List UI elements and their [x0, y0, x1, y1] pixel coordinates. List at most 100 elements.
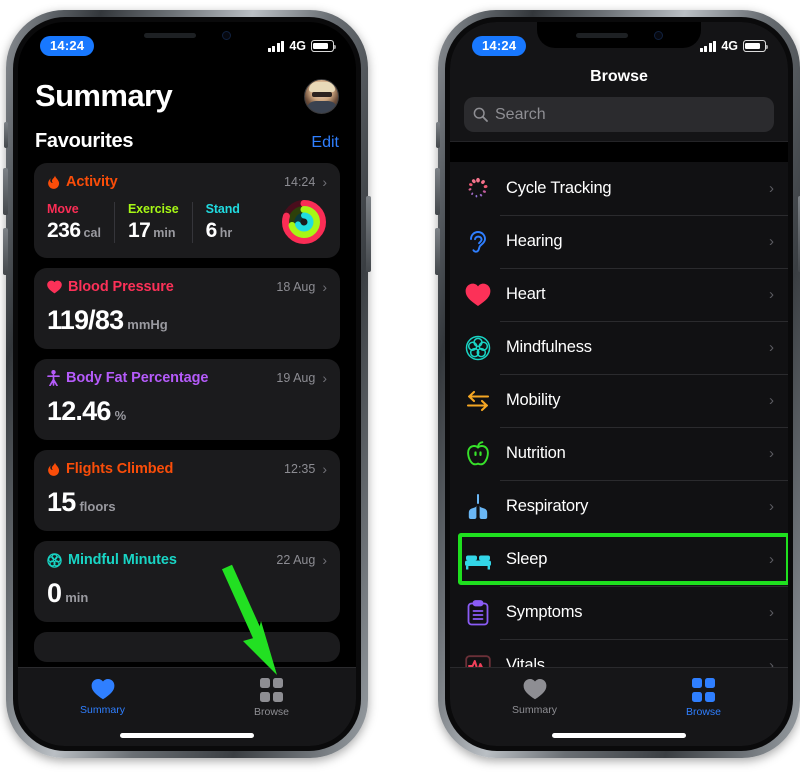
cellular-signal-icon [699, 40, 717, 52]
summary-scroll-area[interactable]: Summary Favourites Edit Activity 14:24 ›… [18, 22, 356, 746]
list-item-mindfulness[interactable]: Mindfulness › [450, 321, 788, 374]
card-title: Blood Pressure [68, 279, 174, 295]
metric-unit: mmHg [127, 317, 168, 332]
mindfulness-icon [464, 334, 492, 362]
page-title: Browse [590, 68, 648, 85]
chevron-right-icon: › [322, 174, 327, 190]
card-title: Body Fat Percentage [66, 370, 209, 386]
tab-summary-label: Summary [512, 704, 557, 716]
activity-stand-value: 6 [205, 218, 218, 242]
home-indicator[interactable] [120, 733, 254, 738]
ear-icon [464, 228, 492, 256]
silent-switch[interactable] [4, 122, 8, 148]
metric-value: 0 [47, 578, 62, 608]
card-flights-climbed[interactable]: Flights Climbed 12:35 › 15 floors [34, 450, 340, 531]
card-mindful-minutes[interactable]: Mindful Minutes 22 Aug › 0 min [34, 541, 340, 622]
volume-down-button[interactable] [435, 228, 440, 275]
card-timestamp: 18 Aug [276, 280, 316, 294]
power-button[interactable] [366, 196, 371, 272]
activity-body: Move 236 cal Exercise 17 min Stand 6 hr [47, 199, 327, 245]
battery-icon [743, 40, 769, 52]
metric-value: 15 [47, 487, 76, 517]
activity-move: Move 236 cal [47, 202, 114, 243]
card-header: Blood Pressure 18 Aug › [47, 279, 327, 295]
chevron-right-icon: › [322, 279, 327, 295]
list-item-vitals[interactable]: Vitals › [450, 639, 788, 667]
browse-list[interactable]: Cycle Tracking › Hearing › Heart › Mindf… [450, 162, 788, 667]
metric-unit: min [65, 590, 89, 605]
mindfulness-icon [47, 552, 62, 568]
chevron-right-icon: › [322, 461, 327, 477]
activity-move-unit: cal [83, 225, 101, 240]
flame-icon [48, 461, 60, 476]
card-timestamp: 14:24 [284, 175, 316, 189]
list-item-sleep[interactable]: Sleep › [450, 533, 788, 586]
volume-up-button[interactable] [3, 168, 8, 215]
network-label: 4G [721, 39, 738, 53]
left-phone-device: 14:24 4G Summary Favourites Edit Activit… [3, 10, 371, 758]
card-title: Mindful Minutes [68, 552, 177, 568]
metric-unit: floors [79, 499, 116, 514]
card-header: Mindful Minutes 22 Aug › [47, 552, 327, 568]
search-input[interactable]: Search [464, 97, 774, 132]
card-next-partial[interactable] [34, 632, 340, 662]
metric-value: 119/83 [47, 305, 124, 335]
right-phone-device: 14:24 4G Browse Search Cycle Tracking › … [435, 10, 800, 758]
home-indicator[interactable] [552, 733, 686, 738]
right-phone-bezel: 14:24 4G Browse Search Cycle Tracking › … [445, 17, 793, 751]
activity-move-value: 236 [47, 218, 81, 242]
list-item-heart[interactable]: Heart › [450, 268, 788, 321]
heart-icon [47, 280, 62, 294]
list-item-label: Cycle Tracking [506, 179, 612, 197]
card-body-fat-percentage[interactable]: Body Fat Percentage 19 Aug › 12.46 % [34, 359, 340, 440]
profile-avatar[interactable] [304, 78, 339, 114]
list-item-nutrition[interactable]: Nutrition › [450, 427, 788, 480]
metric-value: 12.46 [47, 396, 111, 426]
volume-down-button[interactable] [3, 228, 8, 275]
status-bar: 14:24 4G [450, 22, 788, 66]
list-item-symptoms[interactable]: Symptoms › [450, 586, 788, 639]
chevron-right-icon: › [769, 286, 774, 303]
flame-icon [48, 174, 60, 189]
bed-icon [464, 546, 492, 574]
card-title: Flights Climbed [66, 461, 174, 477]
volume-up-button[interactable] [435, 168, 440, 215]
card-metric: 12.46 % [47, 396, 327, 427]
cycle-tracking-icon [464, 175, 492, 203]
cellular-signal-icon [267, 40, 285, 52]
left-phone-bezel: 14:24 4G Summary Favourites Edit Activit… [13, 17, 361, 751]
status-time: 14:24 [472, 36, 527, 56]
list-item-label: Symptoms [506, 603, 583, 621]
card-timestamp: 19 Aug [276, 371, 316, 385]
list-item-respiratory[interactable]: Respiratory › [450, 480, 788, 533]
card-timestamp: 12:35 [284, 462, 316, 476]
lungs-icon [464, 493, 492, 521]
list-item-label: Sleep [506, 550, 548, 568]
metric-unit: % [114, 408, 127, 423]
list-item-label: Mindfulness [506, 338, 592, 356]
silent-switch[interactable] [436, 122, 440, 148]
chevron-right-icon: › [322, 552, 327, 568]
grid-icon [691, 678, 716, 702]
chevron-right-icon: › [769, 233, 774, 250]
chevron-right-icon: › [322, 370, 327, 386]
right-phone-screen: 14:24 4G Browse Search Cycle Tracking › … [450, 22, 788, 746]
chevron-right-icon: › [769, 339, 774, 356]
search-icon [473, 107, 488, 122]
list-item-mobility[interactable]: Mobility › [450, 374, 788, 427]
edit-button[interactable]: Edit [311, 134, 339, 152]
list-item-label: Respiratory [506, 497, 589, 515]
chevron-right-icon: › [769, 551, 774, 568]
card-blood-pressure[interactable]: Blood Pressure 18 Aug › 119/83 mmHg [34, 268, 340, 349]
activity-exercise-label: Exercise [127, 201, 179, 216]
mobility-arrows-icon [464, 387, 492, 415]
network-label: 4G [289, 39, 306, 53]
status-bar: 14:24 4G [18, 22, 356, 66]
status-indicators: 4G [699, 39, 769, 53]
clipboard-icon [464, 599, 492, 627]
card-activity[interactable]: Activity 14:24 › Move 236 cal Exercise 1… [34, 163, 340, 258]
list-item-cycle-tracking[interactable]: Cycle Tracking › [450, 162, 788, 215]
activity-stand-unit: hr [219, 225, 233, 240]
list-item-hearing[interactable]: Hearing › [450, 215, 788, 268]
card-metric: 0 min [47, 578, 327, 609]
